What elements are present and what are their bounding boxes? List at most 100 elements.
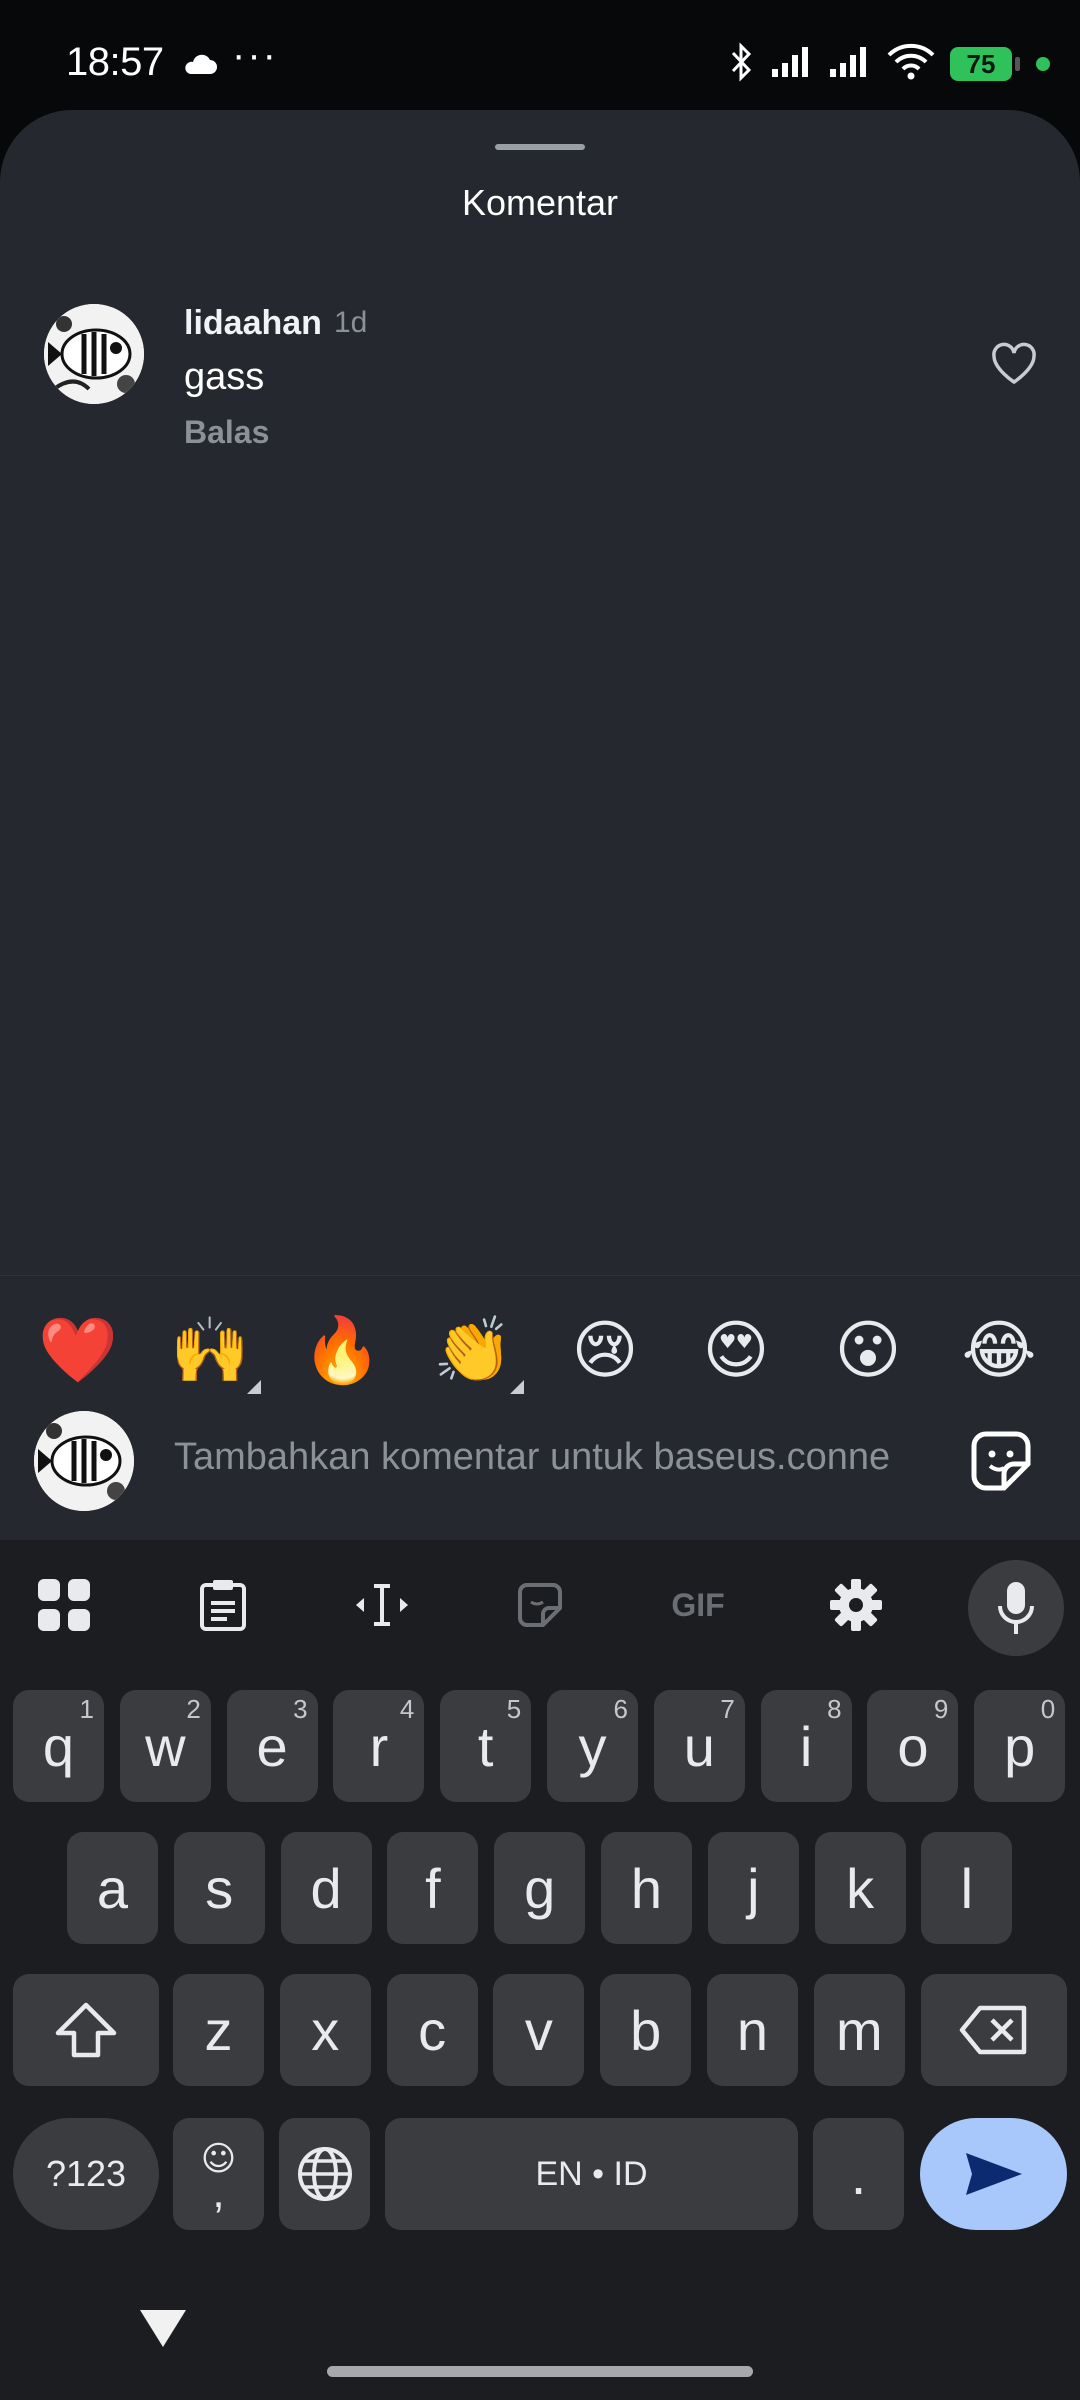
key-label: u xyxy=(683,1714,715,1778)
symbols-key[interactable]: ?123 xyxy=(13,2118,159,2230)
comment-time: 1d xyxy=(334,306,368,339)
more-notifications-icon: ··· xyxy=(232,33,278,77)
key-u[interactable]: u7 xyxy=(653,1690,745,1802)
gif-button[interactable]: GIF xyxy=(658,1565,738,1645)
key-q[interactable]: q1 xyxy=(13,1690,104,1802)
comment-item: lidaahan 1d gass Balas xyxy=(44,304,1044,450)
comment-username[interactable]: lidaahan xyxy=(184,304,322,343)
period-key[interactable]: . xyxy=(813,2118,904,2230)
key-c[interactable]: c xyxy=(386,1974,478,2086)
avatar xyxy=(34,1411,134,1511)
status-bar: 18:57 ··· 75 xyxy=(0,0,1080,110)
key-f[interactable]: f xyxy=(387,1832,479,1944)
key-label: t xyxy=(477,1714,494,1778)
send-key[interactable] xyxy=(920,2118,1067,2230)
emoji-variant-indicator xyxy=(510,1380,524,1394)
comment-input[interactable]: Tambahkan komentar untuk baseus.conne xyxy=(174,1436,934,1479)
text-cursor-button[interactable] xyxy=(342,1565,422,1645)
keyboard: GIF q1w2e3r4t5y6u7i8o9p0 asdfghjkl zxcvb… xyxy=(0,1540,1080,2400)
compose-area: ❤️ 🙌 🔥 👏 😢 😍 😮 😂 Tambahkan komentar untu… xyxy=(0,1275,1080,1540)
privacy-indicator xyxy=(1036,57,1050,71)
key-o[interactable]: o9 xyxy=(867,1690,959,1802)
key-w[interactable]: w2 xyxy=(119,1690,211,1802)
settings-button[interactable] xyxy=(816,1565,896,1645)
key-hint: 0 xyxy=(1040,1694,1056,1724)
emoji-button[interactable]: 😂 xyxy=(954,1306,1044,1396)
chevron-down-icon xyxy=(140,2310,186,2347)
nav-back-button[interactable] xyxy=(138,2307,188,2354)
key-hint: 1 xyxy=(79,1694,94,1724)
gear-icon xyxy=(830,1579,882,1631)
key-label: e xyxy=(256,1714,288,1778)
key-a[interactable]: a xyxy=(67,1832,158,1944)
key-hint: 5 xyxy=(506,1694,522,1724)
apps-button[interactable] xyxy=(24,1565,104,1645)
key-hint: 7 xyxy=(720,1694,735,1724)
sticker-button[interactable] xyxy=(966,1426,1036,1496)
comma-label: , xyxy=(212,2168,225,2217)
key-n[interactable]: n xyxy=(707,1974,798,2086)
key-label: q xyxy=(42,1714,75,1778)
key-hint: 3 xyxy=(293,1694,308,1724)
key-h[interactable]: h xyxy=(601,1832,692,1944)
key-g[interactable]: g xyxy=(494,1832,586,1944)
sticker-icon xyxy=(971,1431,1031,1491)
key-label: o xyxy=(897,1714,929,1778)
key-hint: 8 xyxy=(827,1694,842,1724)
key-label: i xyxy=(799,1714,813,1778)
signal-icon xyxy=(828,45,872,84)
emoji-button[interactable]: 😮 xyxy=(823,1306,913,1396)
emoji-button[interactable]: 🙌 xyxy=(165,1306,255,1396)
emoji-button[interactable]: 🔥 xyxy=(297,1306,387,1396)
globe-icon xyxy=(297,2147,352,2201)
key-i[interactable]: i8 xyxy=(760,1690,852,1802)
language-key[interactable] xyxy=(279,2118,370,2230)
key-j[interactable]: j xyxy=(707,1832,799,1944)
key-p[interactable]: p0 xyxy=(974,1690,1066,1802)
emoji-button[interactable]: 👏 xyxy=(428,1306,518,1396)
clipboard-button[interactable] xyxy=(183,1565,263,1645)
emoji-comma-key[interactable]: ☺ , xyxy=(173,2118,264,2230)
key-m[interactable]: m xyxy=(813,1974,905,2086)
avatar[interactable] xyxy=(44,304,144,404)
sticker-keyboard-button[interactable] xyxy=(500,1565,580,1645)
key-x[interactable]: x xyxy=(279,1974,371,2086)
key-hint: 9 xyxy=(933,1694,949,1724)
emoji-button[interactable]: 😢 xyxy=(560,1306,650,1396)
battery-icon: 75 xyxy=(950,47,1020,81)
drag-handle[interactable] xyxy=(495,144,585,150)
key-b[interactable]: b xyxy=(600,1974,692,2086)
key-y[interactable]: y6 xyxy=(547,1690,638,1802)
emoji-button[interactable]: 😍 xyxy=(691,1306,781,1396)
home-indicator[interactable] xyxy=(327,2366,753,2377)
key-t[interactable]: t5 xyxy=(440,1690,532,1802)
keyboard-toolbar: GIF xyxy=(0,1540,1080,1670)
key-k[interactable]: k xyxy=(814,1832,906,1944)
space-key[interactable]: EN • ID xyxy=(385,2118,798,2230)
key-label: r xyxy=(369,1714,389,1778)
key-l[interactable]: l xyxy=(921,1832,1013,1944)
backspace-key[interactable] xyxy=(921,1974,1067,2086)
key-hint: 2 xyxy=(186,1694,201,1724)
emoji-button[interactable]: ❤️ xyxy=(33,1306,123,1396)
comment-text: gass xyxy=(184,356,265,398)
key-label: y xyxy=(578,1714,607,1778)
key-hint: 6 xyxy=(613,1694,628,1724)
key-label: w xyxy=(145,1714,186,1778)
key-s[interactable]: s xyxy=(173,1832,265,1944)
clipboard-icon xyxy=(200,1580,246,1631)
sheet-title: Komentar xyxy=(461,182,619,223)
key-v[interactable]: v xyxy=(493,1974,585,2086)
key-r[interactable]: r4 xyxy=(333,1690,425,1802)
key-z[interactable]: z xyxy=(173,1974,264,2086)
voice-input-button[interactable] xyxy=(968,1560,1064,1656)
bluetooth-icon xyxy=(726,41,756,87)
signal-icon xyxy=(770,45,814,84)
like-button[interactable] xyxy=(984,334,1044,394)
key-d[interactable]: d xyxy=(280,1832,372,1944)
key-hint: 4 xyxy=(399,1694,415,1724)
key-e[interactable]: e3 xyxy=(226,1690,318,1802)
sticker-icon xyxy=(518,1583,562,1627)
shift-key[interactable] xyxy=(13,1974,159,2086)
reply-button[interactable]: Balas xyxy=(184,414,269,451)
